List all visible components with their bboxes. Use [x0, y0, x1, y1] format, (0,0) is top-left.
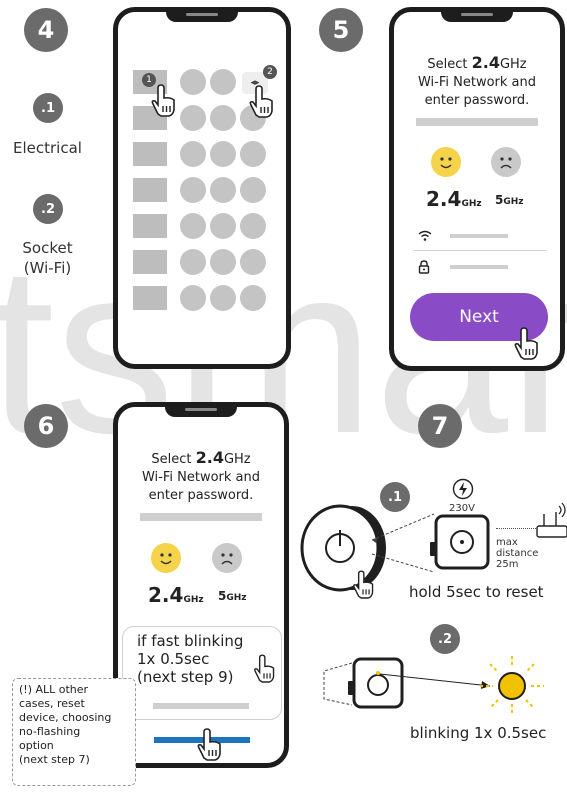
- device-tile[interactable]: [133, 250, 167, 274]
- freq-5ghz: 5GHz: [218, 589, 247, 603]
- device-circle[interactable]: [180, 141, 206, 167]
- device-circle[interactable]: [240, 249, 266, 275]
- popup-bar: [153, 703, 249, 709]
- screen-title: Select 2.4GHz Wi-Fi Network and enter pa…: [400, 54, 554, 110]
- phone-step-4: 1 ◂▸ 2: [113, 7, 291, 369]
- phone-notch: [165, 405, 237, 417]
- pointer-hand-icon: [197, 728, 221, 761]
- divider: [414, 250, 546, 251]
- device-circle[interactable]: [210, 213, 236, 239]
- device-circle[interactable]: [180, 249, 206, 275]
- title-select: Select: [427, 57, 468, 72]
- device-circle[interactable]: [180, 213, 206, 239]
- device-circle[interactable]: [210, 249, 236, 275]
- note-line: option: [19, 739, 54, 752]
- pointer-hand-icon: [151, 84, 175, 117]
- freq-5ghz: 5GHz: [495, 193, 524, 207]
- device-circle[interactable]: [240, 285, 266, 311]
- network-list-bar: [140, 513, 262, 521]
- title-line3: enter password.: [424, 93, 530, 108]
- socket-device: [430, 514, 490, 570]
- title-ghz: GHz: [223, 452, 251, 467]
- distance-line: [496, 528, 536, 529]
- pointer-hand-icon: [514, 327, 538, 360]
- step-7-badge: 7: [418, 404, 462, 448]
- note-line: no-flashing: [19, 725, 81, 738]
- freq-24ghz: 2.4GHz: [426, 187, 482, 211]
- option-1-badge: .1: [33, 93, 63, 123]
- device-circle[interactable]: [180, 105, 206, 131]
- device-tile[interactable]: [133, 178, 167, 202]
- happy-face-icon[interactable]: [431, 147, 461, 177]
- freq-5-unit: GHz: [503, 197, 524, 207]
- title-line2: Wi-Fi Network and: [417, 75, 536, 90]
- note-line: (!) ALL other: [19, 683, 89, 696]
- option-1-label: Electrical: [13, 139, 82, 157]
- device-tile[interactable]: [133, 214, 167, 238]
- device-circle[interactable]: [180, 285, 206, 311]
- max-line3: 25m: [496, 559, 519, 570]
- title-line2: Wi-Fi Network and: [141, 470, 260, 485]
- lock-icon: [418, 260, 430, 274]
- wifi-icon: [418, 230, 432, 241]
- note-line: device, choosing: [19, 711, 112, 724]
- freq-24ghz: 2.4GHz: [148, 583, 204, 607]
- step-5-badge: 5: [319, 8, 363, 52]
- option-2-label: Socket (Wi-Fi): [0, 238, 95, 278]
- password-field-bar[interactable]: [450, 265, 508, 269]
- device-circle[interactable]: [210, 69, 236, 95]
- reset-caption: hold 5sec to reset: [409, 583, 544, 601]
- led-light-icon: [480, 656, 544, 716]
- ssid-field-bar[interactable]: [450, 234, 508, 238]
- reset-note: (!) ALL other cases, reset device, choos…: [12, 678, 136, 786]
- pointer-hand-icon: [254, 654, 275, 683]
- freq-24-unit: GHz: [183, 595, 204, 605]
- pointer-hand-icon: [249, 85, 273, 118]
- max-line1: max: [496, 537, 518, 548]
- device-circle[interactable]: [210, 105, 236, 131]
- happy-face-icon[interactable]: [151, 543, 181, 573]
- freq-24-value: 2.4: [148, 583, 184, 607]
- device-tile[interactable]: [133, 142, 167, 166]
- device-circle[interactable]: [210, 141, 236, 167]
- freq-24-value: 2.4: [426, 187, 462, 211]
- phone-notch: [166, 10, 238, 22]
- sad-face-icon[interactable]: [491, 147, 521, 177]
- phone-notch: [441, 10, 513, 22]
- device-circle[interactable]: [180, 177, 206, 203]
- device-circle[interactable]: [240, 141, 266, 167]
- device-circle[interactable]: [210, 177, 236, 203]
- title-select: Select: [151, 452, 192, 467]
- note-line: (next step 7): [19, 753, 90, 766]
- freq-5-unit: GHz: [226, 593, 247, 603]
- network-list-bar: [416, 118, 538, 126]
- option-2-badge: .2: [33, 194, 63, 224]
- title-freq: 2.4: [195, 448, 224, 467]
- title-line3: enter password.: [148, 488, 254, 503]
- marker-2: 2: [263, 65, 277, 79]
- phone-step-5: Select 2.4GHz Wi-Fi Network and enter pa…: [389, 7, 565, 371]
- option-2-label-line2: (Wi-Fi): [23, 259, 72, 277]
- freq-24-unit: GHz: [461, 199, 482, 209]
- option-2-label-line1: Socket: [22, 239, 73, 257]
- step-7-sub-2-badge: .2: [430, 624, 460, 654]
- device-circle[interactable]: [210, 285, 236, 311]
- max-distance-label: max distance 25m: [496, 537, 538, 570]
- step-4-badge: 4: [24, 8, 68, 52]
- title-ghz: GHz: [499, 57, 527, 72]
- lightning-icon: [452, 478, 474, 500]
- sad-face-icon[interactable]: [212, 543, 242, 573]
- max-line2: distance: [496, 548, 539, 559]
- device-circle[interactable]: [240, 177, 266, 203]
- device-tile[interactable]: [133, 286, 167, 310]
- router-icon: [536, 502, 567, 538]
- screen-title: Select 2.4GHz Wi-Fi Network and enter pa…: [124, 449, 278, 505]
- step-6-badge: 6: [24, 404, 68, 448]
- blinking-caption: blinking 1x 0.5sec: [410, 724, 547, 742]
- device-circle[interactable]: [180, 69, 206, 95]
- device-circle[interactable]: [240, 213, 266, 239]
- note-line: cases, reset: [19, 697, 85, 710]
- popup-line1: if fast blinking: [137, 632, 244, 650]
- title-freq: 2.4: [471, 53, 500, 72]
